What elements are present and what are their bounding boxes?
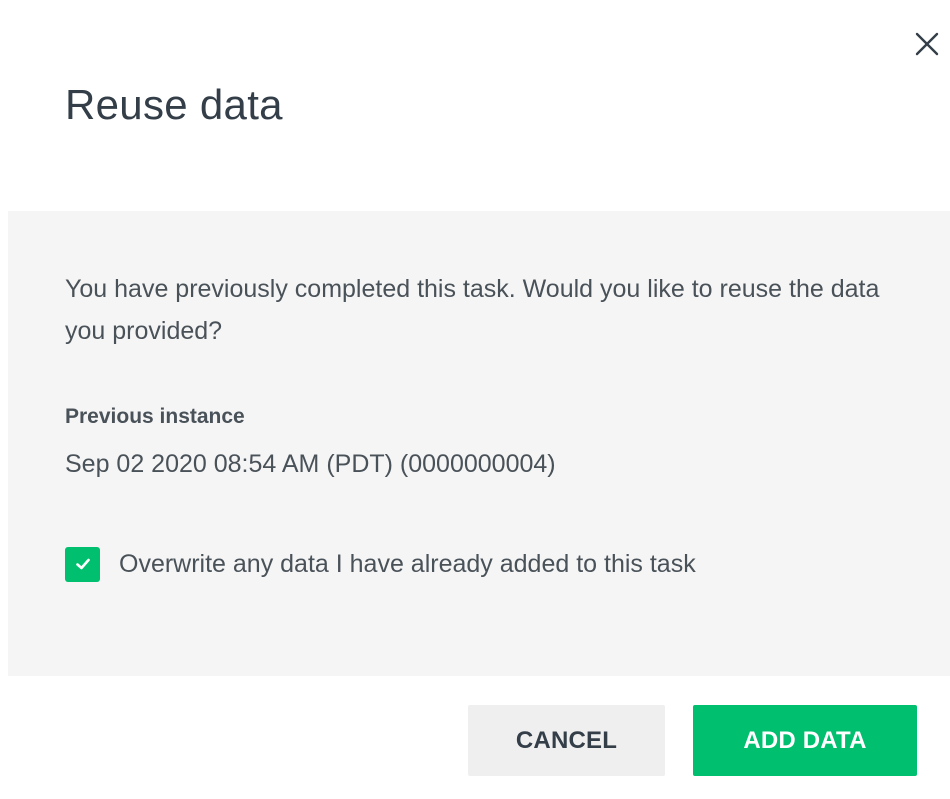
cancel-button[interactable]: CANCEL xyxy=(468,705,665,776)
overwrite-checkbox[interactable] xyxy=(65,546,100,582)
reuse-data-dialog: Reuse data You have previously completed… xyxy=(0,0,950,799)
overwrite-checkbox-row[interactable]: Overwrite any data I have already added … xyxy=(65,546,696,582)
checkmark-icon xyxy=(75,558,90,570)
dialog-body: You have previously completed this task.… xyxy=(8,211,950,676)
overwrite-checkbox-label: Overwrite any data I have already added … xyxy=(119,550,696,578)
close-icon xyxy=(915,32,939,56)
previous-instance-label: Previous instance xyxy=(65,405,245,428)
add-data-button[interactable]: ADD DATA xyxy=(693,705,917,776)
previous-instance-value: Sep 02 2020 08:54 AM (PDT) (0000000004) xyxy=(65,450,556,478)
close-button[interactable] xyxy=(910,27,944,61)
reuse-message: You have previously completed this task.… xyxy=(65,275,880,345)
dialog-title: Reuse data xyxy=(65,81,283,128)
dialog-footer: CANCEL ADD DATA xyxy=(0,676,950,799)
